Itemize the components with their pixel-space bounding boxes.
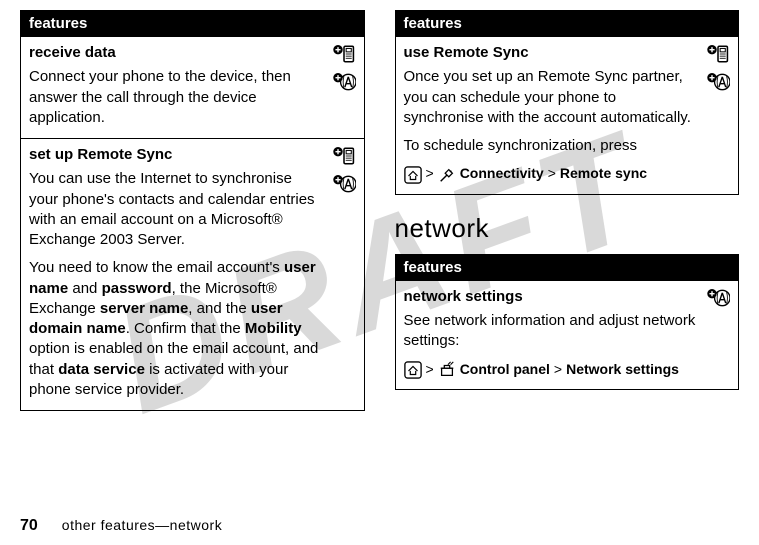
body-paragraph: You need to know the email account's use… — [29, 258, 324, 400]
body-text: To schedule synchronization, press — [404, 137, 637, 154]
path-separator: > — [426, 164, 434, 183]
feature-icons — [332, 145, 356, 195]
features-header-left: features — [20, 10, 365, 37]
body-text: Connect your phone to the device, then a… — [29, 68, 291, 126]
feature-title: use Remote Sync — [404, 43, 699, 63]
feature-block: receive data Connect your phone to the de… — [20, 37, 365, 139]
body-text: . Confirm that the — [126, 320, 245, 337]
antenna-plus-icon — [332, 71, 356, 93]
feature-block: network settings See network information … — [395, 281, 740, 390]
feature-block: set up Remote Sync You can use the Intern… — [20, 139, 365, 411]
antenna-plus-icon — [706, 71, 730, 93]
feature-body: Connect your phone to the device, then a… — [29, 67, 324, 128]
body-text: You can use the Internet to synchronise … — [29, 170, 315, 248]
right-column: features use Remote Sync Once you set up … — [395, 10, 740, 411]
path-separator: > — [426, 360, 434, 379]
feature-title: set up Remote Sync — [29, 145, 324, 165]
body-paragraph: You can use the Internet to synchronise … — [29, 169, 324, 250]
body-text: See network information and adjust netwo… — [404, 312, 696, 349]
nav-path: >Connectivity>Remote sync — [404, 164, 699, 183]
path-segment: Remote sync — [560, 164, 647, 183]
bold-text: password — [102, 280, 172, 297]
feature-body: You can use the Internet to synchronise … — [29, 169, 324, 400]
page-columns: features receive data Connect your phone … — [0, 0, 759, 411]
footer-text: other features—network — [62, 517, 222, 533]
nav-path: >Control panel>Network settings — [404, 359, 699, 378]
feature-block: use Remote Sync Once you set up an Remote… — [395, 37, 740, 195]
antenna-plus-icon — [332, 173, 356, 195]
feature-title: network settings — [404, 287, 699, 307]
feature-icons — [706, 43, 730, 93]
features-header-right: features — [395, 10, 740, 37]
body-paragraph: Once you set up an Remote Sync partner, … — [404, 67, 699, 128]
feature-icons — [332, 43, 356, 93]
bold-text: server name — [100, 300, 188, 317]
left-column: features receive data Connect your phone … — [20, 10, 365, 411]
features-header-right2: features — [395, 254, 740, 281]
path-separator: > — [554, 360, 562, 379]
body-paragraph: Connect your phone to the device, then a… — [29, 67, 324, 128]
body-text: , and the — [188, 300, 251, 317]
feature-body: See network information and adjust netwo… — [404, 311, 699, 379]
toolbox-icon — [438, 361, 456, 379]
home-icon — [404, 361, 422, 379]
connectivity-icon — [438, 166, 456, 184]
page-footer: 70 other features—network — [20, 517, 222, 535]
feature-icons — [706, 287, 730, 309]
home-icon — [404, 166, 422, 184]
page-number: 70 — [20, 517, 38, 535]
phone-plus-icon — [706, 43, 730, 65]
feature-title: receive data — [29, 43, 324, 63]
bold-text: data service — [58, 361, 145, 378]
path-segment: Network settings — [566, 360, 679, 379]
phone-plus-icon — [332, 145, 356, 167]
path-segment: Connectivity — [460, 164, 544, 183]
body-text: You need to know the email account's — [29, 259, 284, 276]
body-text: Once you set up an Remote Sync partner, … — [404, 68, 691, 126]
path-segment: Control panel — [460, 360, 550, 379]
path-separator: > — [548, 164, 556, 183]
feature-body: Once you set up an Remote Sync partner, … — [404, 67, 699, 183]
antenna-plus-icon — [706, 287, 730, 309]
body-text: and — [68, 280, 101, 297]
bold-text: Mobility — [245, 320, 302, 337]
body-paragraph: See network information and adjust netwo… — [404, 311, 699, 352]
body-paragraph: To schedule synchronization, press — [404, 136, 699, 156]
section-heading-network: network — [395, 213, 740, 244]
phone-plus-icon — [332, 43, 356, 65]
